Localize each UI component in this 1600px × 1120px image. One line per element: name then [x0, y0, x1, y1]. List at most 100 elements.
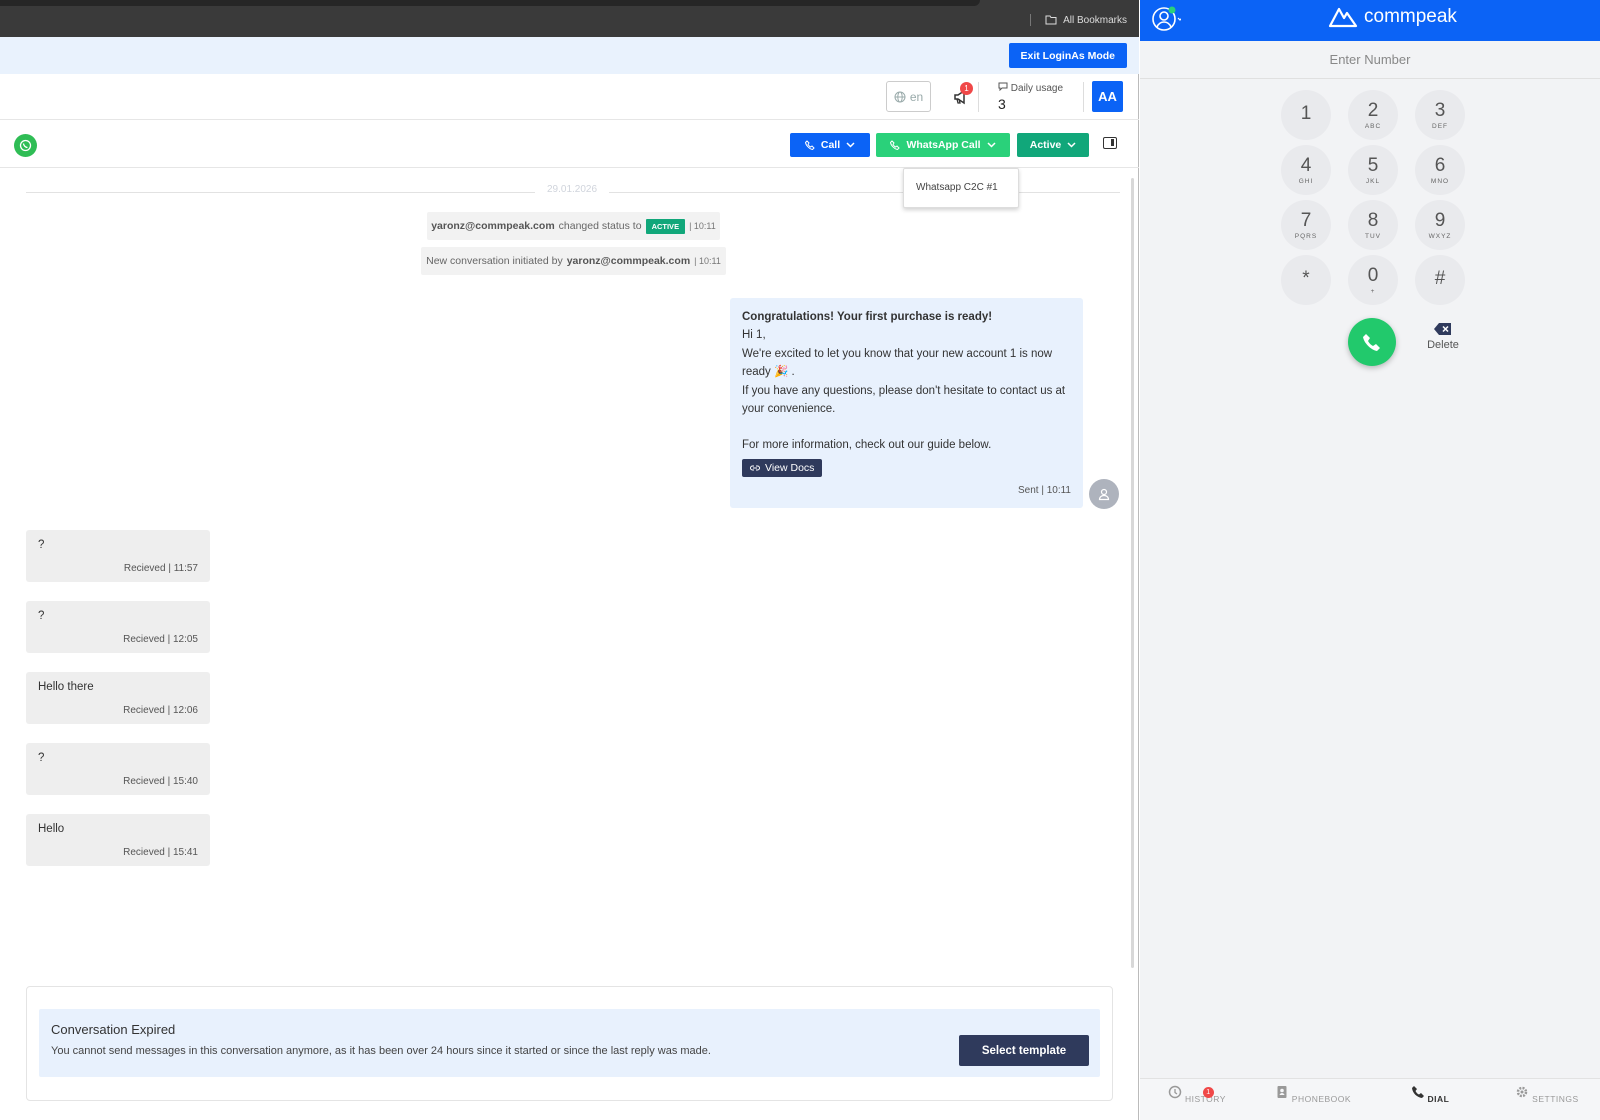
date-label: 29.01.2026 — [535, 184, 610, 195]
message-meta: Recieved | 12:05 — [123, 634, 198, 645]
nav-phonebook[interactable]: PHONEBOOK — [1273, 1085, 1353, 1104]
message-line: Hi 1, — [742, 329, 766, 342]
system-message-status: yaronz@commpeak.com changed status to AC… — [427, 212, 720, 240]
globe-icon — [894, 91, 906, 102]
commpeak-logo-icon — [1328, 7, 1358, 28]
phone-icon — [890, 140, 901, 150]
language-selector[interactable]: en — [886, 81, 931, 112]
nav-dial[interactable]: DIAL — [1390, 1085, 1470, 1104]
delete-button[interactable]: Delete — [1422, 322, 1464, 351]
key-star[interactable]: * — [1281, 255, 1331, 305]
top-header: en 1 Daily usage 3 AA — [0, 74, 1139, 120]
brand-name: commpeak — [1364, 6, 1457, 27]
message-meta: Recieved | 15:41 — [123, 847, 198, 858]
status-dropdown-button[interactable]: Active — [1017, 133, 1089, 157]
header-divider — [1083, 82, 1084, 112]
key-2[interactable]: 2 ABC — [1348, 90, 1398, 140]
expired-text: You cannot send messages in this convers… — [51, 1045, 711, 1057]
all-bookmarks[interactable]: All Bookmarks — [1030, 14, 1127, 26]
key-0[interactable]: 0 + — [1348, 255, 1398, 305]
whatsapp-call-dropdown: Whatsapp C2C #1 — [903, 168, 1019, 208]
call-button[interactable]: Call — [790, 133, 870, 157]
key-4[interactable]: 4 GHI — [1281, 145, 1331, 195]
nav-settings[interactable]: SETTINGS — [1507, 1085, 1587, 1104]
language-code: en — [909, 89, 924, 104]
chevron-down-icon — [846, 142, 855, 148]
clock-icon — [1168, 1085, 1182, 1099]
key-9[interactable]: 9 WXYZ — [1415, 200, 1465, 250]
nav-phonebook-label: PHONEBOOK — [1291, 1094, 1352, 1104]
notification-badge: 1 — [960, 82, 973, 95]
key-8[interactable]: 8 TUV — [1348, 200, 1398, 250]
daily-usage-label: Daily usage — [1010, 83, 1064, 94]
system-text: New conversation initiated by — [426, 255, 563, 267]
browser-tab-strip — [0, 0, 980, 6]
chat-icon — [998, 82, 1008, 92]
message-title: Congratulations! Your first purchase is … — [742, 311, 993, 323]
backspace-icon — [1434, 323, 1451, 335]
chat-area: 29.01.2026 yaronz@commpeak.com changed s… — [0, 168, 1139, 980]
daily-usage-value: 3 — [998, 96, 1006, 112]
key-7[interactable]: 7 PQRS — [1281, 200, 1331, 250]
header-divider — [978, 82, 979, 112]
history-badge: 1 — [1203, 1087, 1214, 1098]
message-text: ? — [38, 752, 45, 764]
incoming-message: ? Recieved | 15:40 — [26, 743, 210, 795]
message-text: Hello there — [38, 681, 94, 693]
delete-label: Delete — [1427, 339, 1459, 351]
message-meta: Recieved | 12:06 — [123, 705, 198, 716]
key-6[interactable]: 6 MNO — [1415, 145, 1465, 195]
whatsapp-call-button[interactable]: WhatsApp Call — [876, 133, 1010, 157]
dropdown-item[interactable]: Whatsapp C2C #1 — [916, 182, 1018, 193]
message-text: ? — [38, 539, 45, 551]
crm-panel: All Bookmarks Exit LoginAs Mode en 1 Dai… — [0, 0, 1139, 1120]
system-time: | 10:11 — [689, 221, 716, 231]
outgoing-message: Congratulations! Your first purchase is … — [730, 298, 1083, 508]
view-docs-label: View Docs — [765, 461, 815, 474]
link-icon — [750, 465, 760, 471]
daily-usage: Daily usage 3 — [998, 82, 1063, 112]
message-meta: Sent | 10:11 — [1017, 484, 1071, 496]
login-as-bar: Exit LoginAs Mode — [0, 37, 1139, 74]
incoming-message: Hello there Recieved | 12:06 — [26, 672, 210, 724]
nav-dial-label: DIAL — [1427, 1094, 1450, 1104]
message-meta: Recieved | 11:57 — [123, 563, 198, 574]
conversation-toolbar: Call WhatsApp Call Active — [0, 120, 1139, 168]
key-5[interactable]: 5 JKL — [1348, 145, 1398, 195]
system-time: | 10:11 — [694, 256, 721, 266]
expired-title: Conversation Expired — [51, 1022, 176, 1037]
commpeak-logo: commpeak — [1328, 6, 1457, 28]
gear-icon — [1517, 1086, 1528, 1098]
user-status-icon[interactable] — [1151, 4, 1181, 34]
whatsapp-call-label: WhatsApp Call — [906, 139, 981, 151]
folder-icon — [1045, 15, 1057, 25]
dialer-panel: commpeak Enter Number 1 2 ABC 3 DEF 4 GHI 5… — [1140, 0, 1600, 1120]
dialer-header: commpeak — [1140, 0, 1600, 41]
status-label: Active — [1029, 139, 1062, 151]
incoming-message: Hello Recieved | 15:41 — [26, 814, 210, 866]
panel-toggle-icon[interactable] — [1103, 137, 1117, 149]
browser-bookmarks-bar: All Bookmarks — [0, 0, 1139, 37]
select-template-button[interactable]: Select template — [959, 1035, 1089, 1066]
chevron-down-icon — [1067, 142, 1076, 148]
chevron-down-icon — [987, 142, 996, 148]
call-label: Call — [820, 139, 841, 151]
key-3[interactable]: 3 DEF — [1415, 90, 1465, 140]
phone-icon — [1363, 334, 1380, 351]
dial-button[interactable] — [1348, 318, 1396, 366]
conversation-expired-panel: Conversation Expired You cannot send mes… — [26, 986, 1113, 1101]
key-hash[interactable]: # — [1415, 255, 1465, 305]
status-badge: ACTIVE — [645, 218, 686, 234]
system-message-initiated: New conversation initiated by yaronz@com… — [421, 247, 726, 275]
bookmarks-label: All Bookmarks — [1063, 14, 1127, 26]
view-docs-button[interactable]: View Docs — [742, 458, 823, 477]
nav-history[interactable]: HISTORY 1 — [1157, 1085, 1237, 1104]
chat-scrollbar[interactable] — [1131, 178, 1134, 968]
user-avatar[interactable]: AA — [1092, 81, 1123, 112]
exit-loginas-button[interactable]: Exit LoginAs Mode — [1008, 43, 1127, 68]
system-user: yaronz@commpeak.com — [566, 255, 691, 267]
number-input[interactable]: Enter Number — [1140, 41, 1600, 79]
key-1[interactable]: 1 — [1281, 90, 1331, 140]
agent-avatar-icon — [1089, 479, 1119, 509]
dial-icon — [1411, 1086, 1424, 1098]
